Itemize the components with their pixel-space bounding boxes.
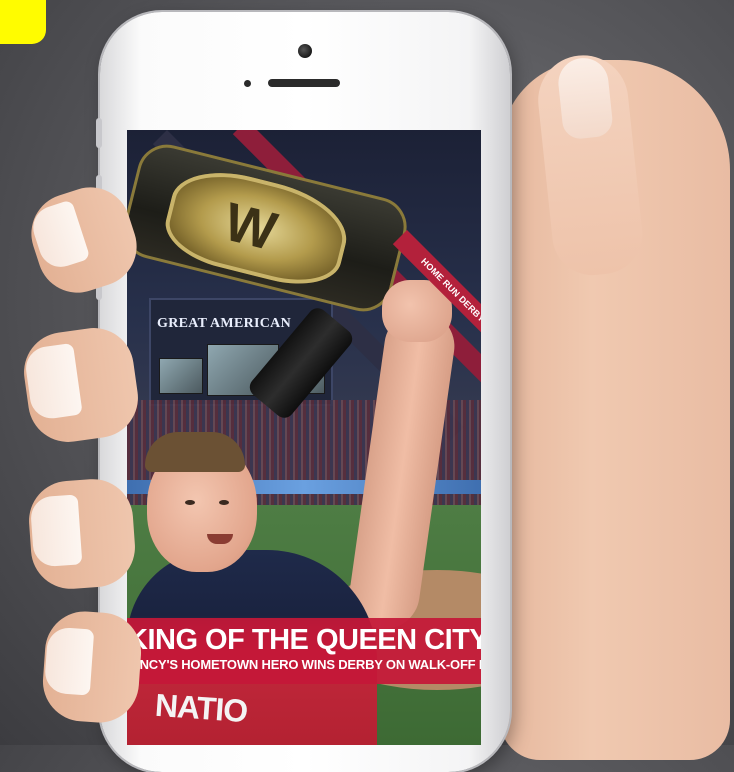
earpiece-speaker [268, 79, 340, 87]
mute-switch [96, 118, 102, 148]
eye [185, 500, 195, 505]
front-camera [298, 44, 312, 58]
scoreboard-screen [159, 358, 203, 394]
caption-banner: KING OF THE QUEEN CITY CINCY'S HOMETOWN … [127, 618, 481, 684]
phone-screen[interactable]: GREAT AMERICAN W NATIO HOME RUN DERBY KI… [127, 130, 481, 745]
proximity-sensor [244, 80, 251, 87]
caption-subtitle: CINCY'S HOMETOWN HERO WINS DERBY ON WALK… [127, 657, 481, 672]
caption-title: KING OF THE QUEEN CITY [127, 624, 481, 656]
fingernail [29, 494, 83, 568]
fingernail [43, 626, 95, 696]
eye [219, 500, 229, 505]
player-hair [145, 432, 245, 472]
jersey-lettering: NATIO [153, 686, 249, 730]
app-badge [0, 0, 46, 44]
stadium-sign: GREAT AMERICAN [157, 316, 291, 331]
